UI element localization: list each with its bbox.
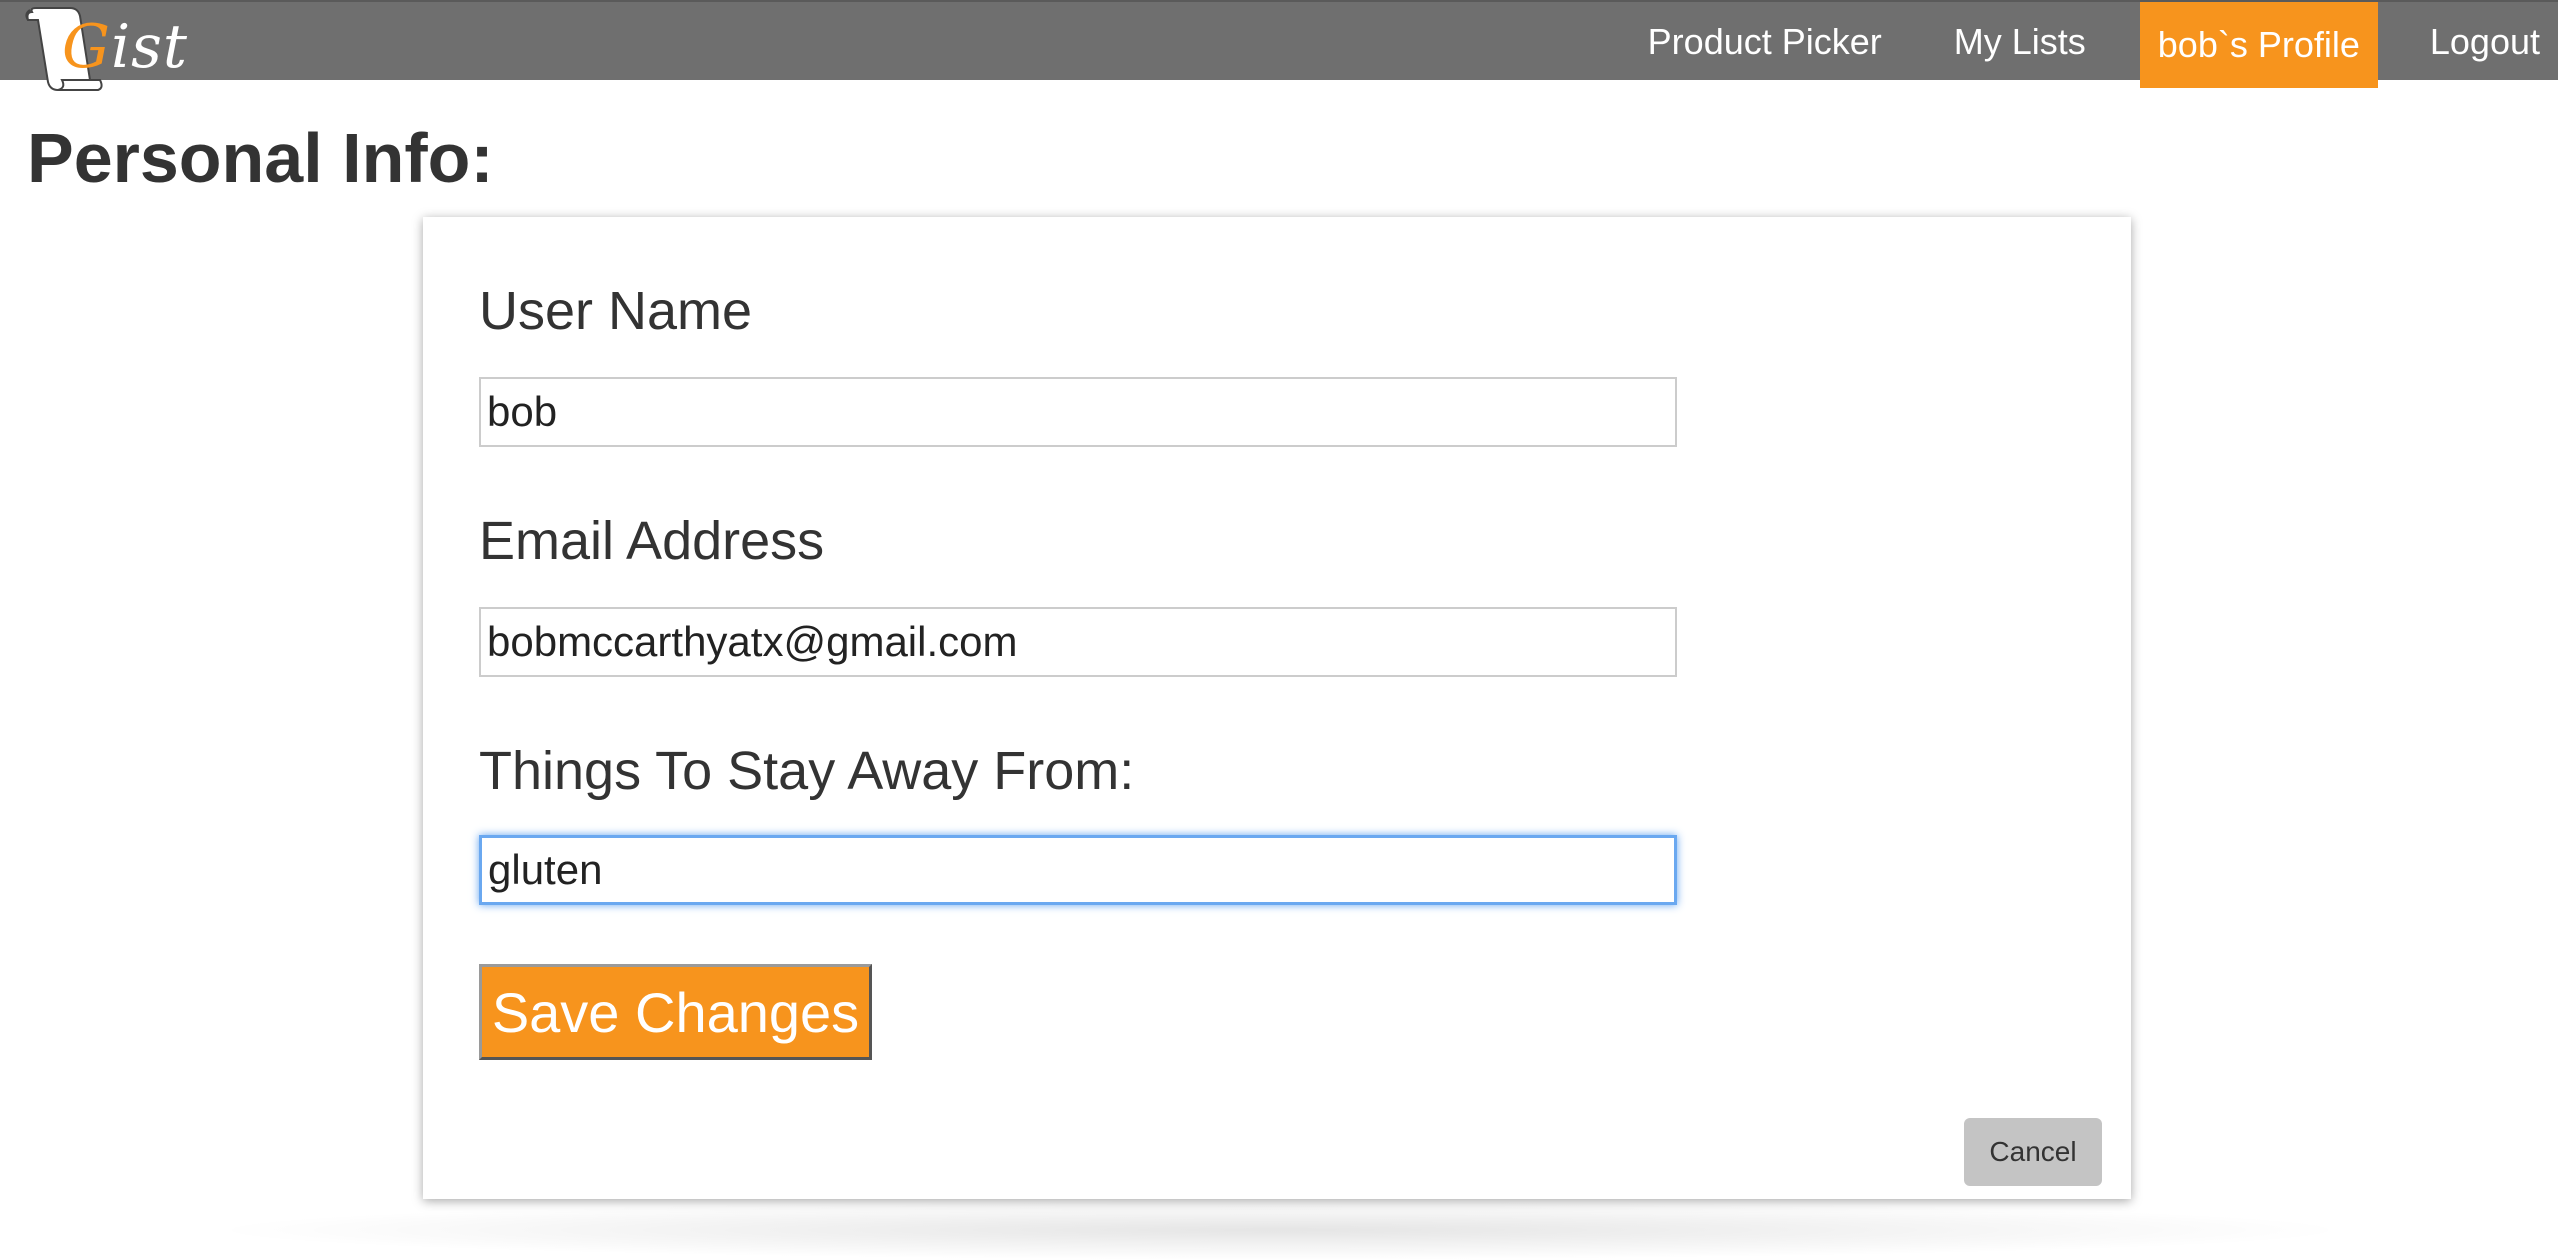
- nav-logout[interactable]: Logout: [2394, 2, 2558, 82]
- email-label: Email Address: [479, 511, 825, 571]
- avoid-input[interactable]: [479, 835, 1677, 905]
- page-title: Personal Info:: [27, 119, 494, 197]
- logo-wordmark: Gist: [62, 12, 188, 82]
- nav-product-picker[interactable]: Product Picker: [1612, 2, 1918, 82]
- profile-form-card: User Name Email Address Things To Stay A…: [423, 217, 2131, 1199]
- logo-letter-g: G: [62, 12, 111, 82]
- nav-profile[interactable]: bob`s Profile: [2139, 2, 2378, 88]
- logo-letters-ist: ist: [110, 12, 189, 82]
- nav-menu: Product Picker My Lists bob`s Profile Lo…: [1612, 2, 2558, 88]
- gist-logo[interactable]: Gist: [22, 4, 187, 94]
- username-input[interactable]: [479, 377, 1677, 447]
- nav-my-lists[interactable]: My Lists: [1918, 2, 2122, 82]
- email-input[interactable]: [479, 607, 1677, 677]
- card-floor-shadow: [200, 1200, 2360, 1260]
- cancel-button[interactable]: Cancel: [1964, 1118, 2102, 1186]
- save-changes-button[interactable]: Save Changes: [479, 964, 872, 1060]
- top-navbar: Gist Product Picker My Lists bob`s Profi…: [0, 0, 2558, 91]
- avoid-label: Things To Stay Away From:: [479, 741, 1135, 801]
- username-label: User Name: [479, 281, 753, 341]
